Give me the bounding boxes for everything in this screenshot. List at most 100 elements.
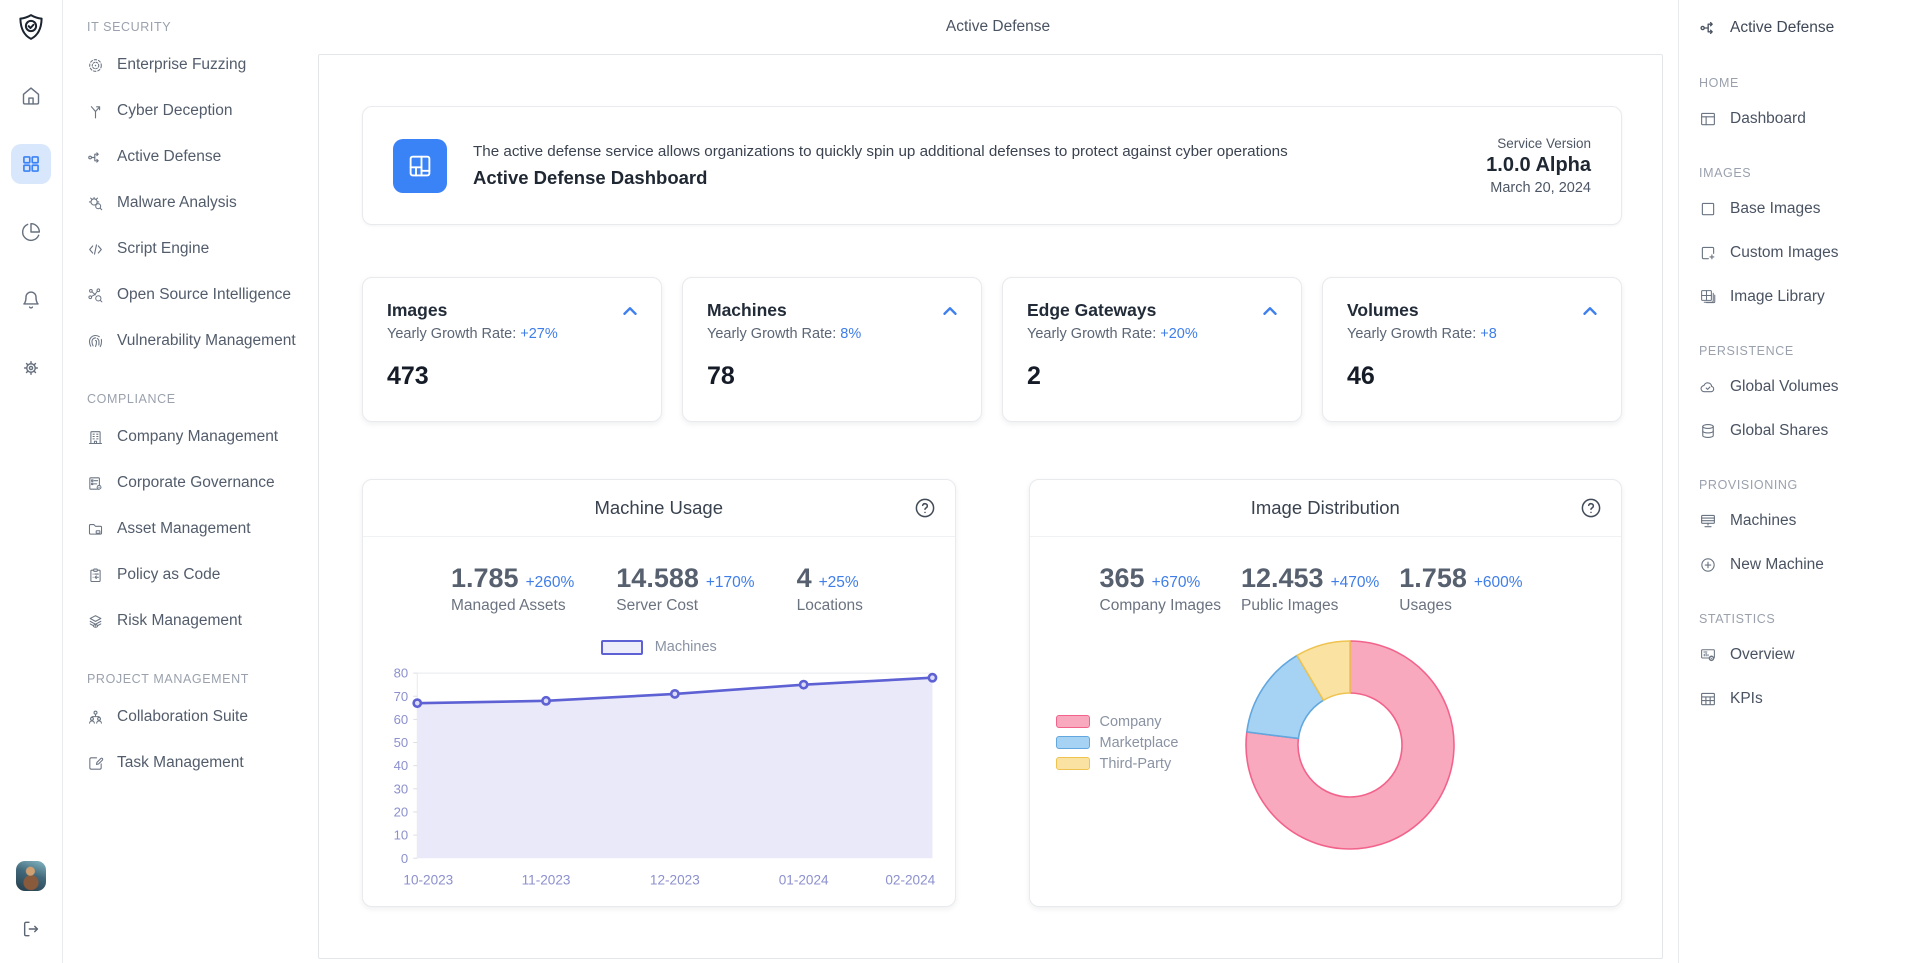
apps-rail-button[interactable] bbox=[11, 144, 51, 184]
stat-label: Server Cost bbox=[616, 597, 754, 615]
sidebar-item-open-source-intelligence[interactable]: Open Source Intelligence bbox=[87, 286, 308, 304]
stat-value: 46 bbox=[1347, 362, 1597, 391]
sidebar-item-company-management[interactable]: Company Management bbox=[87, 428, 308, 446]
stat-change: +470% bbox=[1331, 574, 1380, 592]
sidebar-item-policy-as-code[interactable]: Policy as Code bbox=[87, 566, 308, 584]
section-gap bbox=[1699, 154, 1912, 166]
chevron-up-icon[interactable] bbox=[939, 300, 961, 322]
rside-item-new-machine[interactable]: New Machine bbox=[1699, 556, 1912, 574]
service-version-label: Service Version bbox=[1486, 136, 1591, 151]
growth-value: 8% bbox=[840, 326, 861, 342]
help-icon[interactable] bbox=[1579, 496, 1603, 520]
section-gap bbox=[1699, 600, 1912, 612]
rside-item-label: Global Volumes bbox=[1730, 378, 1839, 396]
sidebar-item-script-engine[interactable]: Script Engine bbox=[87, 240, 308, 258]
legend-item-marketplace[interactable]: Marketplace bbox=[1056, 735, 1226, 751]
legend-item-company[interactable]: Company bbox=[1056, 714, 1226, 730]
share-branch-icon bbox=[1699, 18, 1719, 38]
stat-value: 78 bbox=[707, 362, 957, 391]
rside-item-global-shares[interactable]: Global Shares bbox=[1699, 422, 1912, 440]
org-chart-icon bbox=[87, 709, 104, 726]
right-sidebar-header[interactable]: Active Defense bbox=[1699, 18, 1912, 38]
settings-rail-button[interactable] bbox=[11, 348, 51, 388]
rside-item-label: Image Library bbox=[1730, 288, 1825, 306]
stat-title: Machines bbox=[707, 300, 957, 321]
branch-arrow-icon bbox=[87, 103, 104, 120]
reports-rail-button[interactable] bbox=[11, 212, 51, 252]
rside-item-label: Base Images bbox=[1730, 200, 1820, 218]
home-rail-button[interactable] bbox=[11, 76, 51, 116]
rside-item-custom-images[interactable]: Custom Images bbox=[1699, 244, 1912, 262]
stat-change: +670% bbox=[1152, 574, 1201, 592]
notifications-rail-button[interactable] bbox=[11, 280, 51, 320]
target-icon bbox=[87, 57, 104, 74]
stats-row: Images Yearly Growth Rate: +27% 473 Mach… bbox=[362, 277, 1622, 422]
rside-item-image-library[interactable]: Image Library bbox=[1699, 288, 1912, 306]
sidebar-item-vulnerability-management[interactable]: Vulnerability Management bbox=[87, 332, 308, 350]
sidebar-item-risk-management[interactable]: Risk Management bbox=[87, 612, 308, 630]
gear-icon bbox=[21, 358, 41, 378]
sidebar-item-corporate-governance[interactable]: Corporate Governance bbox=[87, 474, 308, 492]
chart-title: Image Distribution bbox=[1251, 497, 1400, 519]
table-icon bbox=[1699, 690, 1717, 708]
svg-text:01-2024: 01-2024 bbox=[779, 872, 829, 887]
sidebar-item-label: Vulnerability Management bbox=[117, 332, 296, 350]
sidebar-item-label: Open Source Intelligence bbox=[117, 286, 291, 304]
rside-item-label: Global Shares bbox=[1730, 422, 1828, 440]
svg-text:11-2023: 11-2023 bbox=[522, 872, 571, 887]
rside-item-base-images[interactable]: Base Images bbox=[1699, 200, 1912, 218]
stat-change: +25% bbox=[819, 574, 859, 592]
svg-text:20: 20 bbox=[394, 804, 409, 819]
logout-button[interactable] bbox=[11, 909, 51, 949]
line-legend[interactable]: Machines bbox=[363, 639, 955, 655]
document-gear-icon bbox=[87, 475, 104, 492]
stat-growth: Yearly Growth Rate: 8% bbox=[707, 326, 957, 342]
rside-item-dashboard[interactable]: Dashboard bbox=[1699, 110, 1912, 128]
chevron-up-icon[interactable] bbox=[619, 300, 641, 322]
sidebar-item-enterprise-fuzzing[interactable]: Enterprise Fuzzing bbox=[87, 56, 308, 74]
line-chart: 0102030405060708010-202311-202312-202301… bbox=[363, 655, 955, 892]
code-icon bbox=[87, 241, 104, 258]
stat-number: 12.453 bbox=[1241, 563, 1324, 594]
growth-label: Yearly Growth Rate: bbox=[387, 326, 516, 342]
rside-item-label: New Machine bbox=[1730, 556, 1824, 574]
help-icon[interactable] bbox=[913, 496, 937, 520]
sidebar-item-collaboration-suite[interactable]: Collaboration Suite bbox=[87, 708, 308, 726]
sidebar-item-asset-management[interactable]: Asset Management bbox=[87, 520, 308, 538]
sidebar-item-label: Policy as Code bbox=[117, 566, 220, 584]
chart-board-icon bbox=[1699, 646, 1717, 664]
sidebar-item-task-management[interactable]: Task Management bbox=[87, 754, 308, 772]
sidebar-item-malware-analysis[interactable]: Malware Analysis bbox=[87, 194, 308, 212]
user-avatar[interactable] bbox=[16, 861, 46, 891]
chart-title: Machine Usage bbox=[594, 497, 723, 519]
rside-item-global-volumes[interactable]: Global Volumes bbox=[1699, 378, 1912, 396]
machines-line-chart-svg: 0102030405060708010-202311-202312-202301… bbox=[377, 659, 941, 892]
machine-usage-card: Machine Usage 1.785+260% Managed Assets bbox=[362, 479, 956, 907]
logout-icon bbox=[21, 919, 41, 939]
stat-change: +260% bbox=[526, 574, 575, 592]
legend-item-third-party[interactable]: Third-Party bbox=[1056, 756, 1226, 772]
svg-text:70: 70 bbox=[394, 689, 409, 704]
chevron-up-icon[interactable] bbox=[1579, 300, 1601, 322]
rside-item-kpis[interactable]: KPIs bbox=[1699, 690, 1912, 708]
apps-grid-icon bbox=[21, 154, 41, 174]
server-icon bbox=[1699, 512, 1717, 530]
service-version-date: March 20, 2024 bbox=[1486, 180, 1591, 196]
donut-chart-area: Company Marketplace Third-Party bbox=[1030, 635, 1622, 855]
sidebar-item-cyber-deception[interactable]: Cyber Deception bbox=[87, 102, 308, 120]
svg-text:40: 40 bbox=[394, 758, 409, 773]
svg-text:10: 10 bbox=[394, 828, 409, 843]
chevron-up-icon[interactable] bbox=[1259, 300, 1281, 322]
rside-item-machines[interactable]: Machines bbox=[1699, 512, 1912, 530]
stat-server-cost: 14.588+170% Server Cost bbox=[616, 563, 754, 615]
sidebar-item-active-defense[interactable]: Active Defense bbox=[87, 148, 308, 166]
section-label-it-security: IT SECURITY bbox=[87, 20, 308, 34]
stat-label: Company Images bbox=[1100, 597, 1221, 615]
svg-text:30: 30 bbox=[394, 781, 409, 796]
stat-growth: Yearly Growth Rate: +8 bbox=[1347, 326, 1597, 342]
left-sidebar: IT SECURITY Enterprise Fuzzing Cyber Dec… bbox=[63, 0, 318, 963]
machine-usage-header: Machine Usage bbox=[363, 480, 955, 537]
donut-legend: Company Marketplace Third-Party bbox=[1056, 714, 1226, 777]
rside-item-overview[interactable]: Overview bbox=[1699, 646, 1912, 664]
stat-label: Locations bbox=[797, 597, 863, 615]
